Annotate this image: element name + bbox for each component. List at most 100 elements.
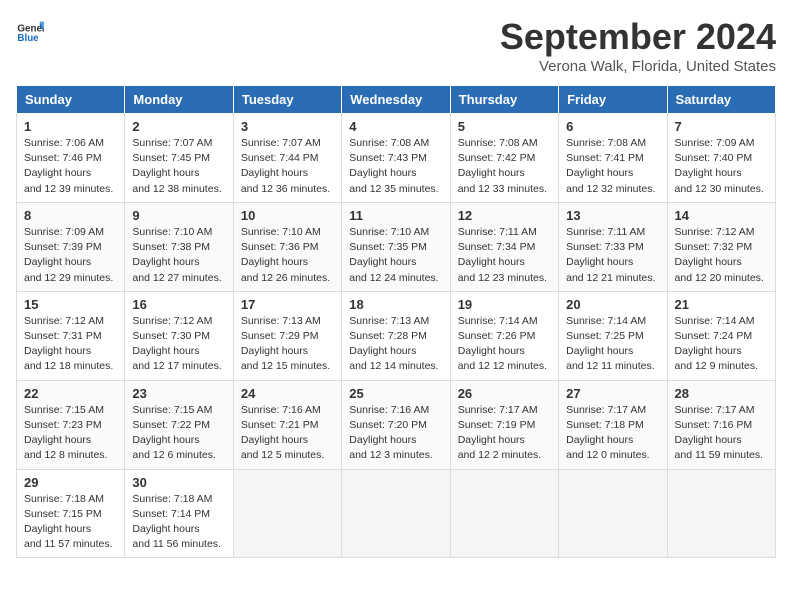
calendar-cell: 6 Sunrise: 7:08 AM Sunset: 7:41 PM Dayli… xyxy=(559,114,667,203)
calendar-cell xyxy=(559,469,667,558)
day-info: Sunrise: 7:08 AM Sunset: 7:41 PM Dayligh… xyxy=(566,136,659,197)
calendar-cell: 4 Sunrise: 7:08 AM Sunset: 7:43 PM Dayli… xyxy=(342,114,450,203)
day-number: 12 xyxy=(458,208,551,223)
weekday-header: Friday xyxy=(559,86,667,114)
day-number: 8 xyxy=(24,208,117,223)
calendar-cell: 8 Sunrise: 7:09 AM Sunset: 7:39 PM Dayli… xyxy=(17,202,125,291)
calendar-cell: 20 Sunrise: 7:14 AM Sunset: 7:25 PM Dayl… xyxy=(559,291,667,380)
weekday-header: Saturday xyxy=(667,86,775,114)
day-number: 11 xyxy=(349,208,442,223)
day-info: Sunrise: 7:08 AM Sunset: 7:43 PM Dayligh… xyxy=(349,136,442,197)
calendar-cell: 17 Sunrise: 7:13 AM Sunset: 7:29 PM Dayl… xyxy=(233,291,341,380)
weekday-header-row: SundayMondayTuesdayWednesdayThursdayFrid… xyxy=(17,86,776,114)
month-title: September 2024 xyxy=(500,16,776,58)
calendar-cell: 27 Sunrise: 7:17 AM Sunset: 7:18 PM Dayl… xyxy=(559,380,667,469)
day-number: 18 xyxy=(349,297,442,312)
weekday-header: Wednesday xyxy=(342,86,450,114)
calendar-cell: 22 Sunrise: 7:15 AM Sunset: 7:23 PM Dayl… xyxy=(17,380,125,469)
weekday-header: Monday xyxy=(125,86,233,114)
day-number: 15 xyxy=(24,297,117,312)
day-info: Sunrise: 7:13 AM Sunset: 7:28 PM Dayligh… xyxy=(349,314,442,375)
day-number: 19 xyxy=(458,297,551,312)
day-info: Sunrise: 7:09 AM Sunset: 7:40 PM Dayligh… xyxy=(675,136,768,197)
day-number: 25 xyxy=(349,386,442,401)
day-number: 13 xyxy=(566,208,659,223)
day-number: 16 xyxy=(132,297,225,312)
calendar-cell: 7 Sunrise: 7:09 AM Sunset: 7:40 PM Dayli… xyxy=(667,114,775,203)
day-number: 6 xyxy=(566,119,659,134)
day-number: 27 xyxy=(566,386,659,401)
calendar-cell xyxy=(450,469,558,558)
day-number: 3 xyxy=(241,119,334,134)
calendar-cell: 16 Sunrise: 7:12 AM Sunset: 7:30 PM Dayl… xyxy=(125,291,233,380)
calendar-cell: 12 Sunrise: 7:11 AM Sunset: 7:34 PM Dayl… xyxy=(450,202,558,291)
day-info: Sunrise: 7:14 AM Sunset: 7:25 PM Dayligh… xyxy=(566,314,659,375)
day-info: Sunrise: 7:15 AM Sunset: 7:23 PM Dayligh… xyxy=(24,403,117,464)
day-info: Sunrise: 7:17 AM Sunset: 7:16 PM Dayligh… xyxy=(675,403,768,464)
day-info: Sunrise: 7:16 AM Sunset: 7:21 PM Dayligh… xyxy=(241,403,334,464)
day-info: Sunrise: 7:15 AM Sunset: 7:22 PM Dayligh… xyxy=(132,403,225,464)
calendar-cell: 11 Sunrise: 7:10 AM Sunset: 7:35 PM Dayl… xyxy=(342,202,450,291)
weekday-header: Thursday xyxy=(450,86,558,114)
day-info: Sunrise: 7:10 AM Sunset: 7:38 PM Dayligh… xyxy=(132,225,225,286)
calendar-cell: 25 Sunrise: 7:16 AM Sunset: 7:20 PM Dayl… xyxy=(342,380,450,469)
day-info: Sunrise: 7:17 AM Sunset: 7:19 PM Dayligh… xyxy=(458,403,551,464)
day-number: 4 xyxy=(349,119,442,134)
day-number: 2 xyxy=(132,119,225,134)
day-info: Sunrise: 7:12 AM Sunset: 7:32 PM Dayligh… xyxy=(675,225,768,286)
day-number: 20 xyxy=(566,297,659,312)
calendar-row: 15 Sunrise: 7:12 AM Sunset: 7:31 PM Dayl… xyxy=(17,291,776,380)
calendar-cell: 21 Sunrise: 7:14 AM Sunset: 7:24 PM Dayl… xyxy=(667,291,775,380)
day-info: Sunrise: 7:11 AM Sunset: 7:34 PM Dayligh… xyxy=(458,225,551,286)
svg-text:Blue: Blue xyxy=(17,33,39,44)
day-info: Sunrise: 7:12 AM Sunset: 7:30 PM Dayligh… xyxy=(132,314,225,375)
calendar-cell: 3 Sunrise: 7:07 AM Sunset: 7:44 PM Dayli… xyxy=(233,114,341,203)
day-info: Sunrise: 7:09 AM Sunset: 7:39 PM Dayligh… xyxy=(24,225,117,286)
day-info: Sunrise: 7:07 AM Sunset: 7:45 PM Dayligh… xyxy=(132,136,225,197)
day-info: Sunrise: 7:14 AM Sunset: 7:26 PM Dayligh… xyxy=(458,314,551,375)
day-info: Sunrise: 7:08 AM Sunset: 7:42 PM Dayligh… xyxy=(458,136,551,197)
day-info: Sunrise: 7:13 AM Sunset: 7:29 PM Dayligh… xyxy=(241,314,334,375)
calendar-cell: 1 Sunrise: 7:06 AM Sunset: 7:46 PM Dayli… xyxy=(17,114,125,203)
day-info: Sunrise: 7:11 AM Sunset: 7:33 PM Dayligh… xyxy=(566,225,659,286)
day-info: Sunrise: 7:18 AM Sunset: 7:14 PM Dayligh… xyxy=(132,492,225,553)
day-number: 29 xyxy=(24,475,117,490)
calendar-cell: 13 Sunrise: 7:11 AM Sunset: 7:33 PM Dayl… xyxy=(559,202,667,291)
day-info: Sunrise: 7:16 AM Sunset: 7:20 PM Dayligh… xyxy=(349,403,442,464)
logo: General Blue xyxy=(16,16,44,44)
day-number: 14 xyxy=(675,208,768,223)
calendar-row: 8 Sunrise: 7:09 AM Sunset: 7:39 PM Dayli… xyxy=(17,202,776,291)
day-info: Sunrise: 7:12 AM Sunset: 7:31 PM Dayligh… xyxy=(24,314,117,375)
calendar-cell: 24 Sunrise: 7:16 AM Sunset: 7:21 PM Dayl… xyxy=(233,380,341,469)
calendar-cell: 30 Sunrise: 7:18 AM Sunset: 7:14 PM Dayl… xyxy=(125,469,233,558)
day-number: 28 xyxy=(675,386,768,401)
day-number: 22 xyxy=(24,386,117,401)
calendar-table: SundayMondayTuesdayWednesdayThursdayFrid… xyxy=(16,85,776,558)
day-number: 23 xyxy=(132,386,225,401)
calendar-row: 1 Sunrise: 7:06 AM Sunset: 7:46 PM Dayli… xyxy=(17,114,776,203)
calendar-cell: 23 Sunrise: 7:15 AM Sunset: 7:22 PM Dayl… xyxy=(125,380,233,469)
day-info: Sunrise: 7:14 AM Sunset: 7:24 PM Dayligh… xyxy=(675,314,768,375)
calendar-cell: 9 Sunrise: 7:10 AM Sunset: 7:38 PM Dayli… xyxy=(125,202,233,291)
day-info: Sunrise: 7:18 AM Sunset: 7:15 PM Dayligh… xyxy=(24,492,117,553)
day-number: 10 xyxy=(241,208,334,223)
day-info: Sunrise: 7:06 AM Sunset: 7:46 PM Dayligh… xyxy=(24,136,117,197)
day-number: 30 xyxy=(132,475,225,490)
weekday-header: Sunday xyxy=(17,86,125,114)
calendar-cell: 28 Sunrise: 7:17 AM Sunset: 7:16 PM Dayl… xyxy=(667,380,775,469)
calendar-cell: 5 Sunrise: 7:08 AM Sunset: 7:42 PM Dayli… xyxy=(450,114,558,203)
calendar-cell: 2 Sunrise: 7:07 AM Sunset: 7:45 PM Dayli… xyxy=(125,114,233,203)
calendar-row: 22 Sunrise: 7:15 AM Sunset: 7:23 PM Dayl… xyxy=(17,380,776,469)
page-header: General Blue September 2024 Verona Walk,… xyxy=(16,16,776,75)
weekday-header: Tuesday xyxy=(233,86,341,114)
location-subtitle: Verona Walk, Florida, United States xyxy=(500,58,776,75)
calendar-cell: 29 Sunrise: 7:18 AM Sunset: 7:15 PM Dayl… xyxy=(17,469,125,558)
calendar-cell: 18 Sunrise: 7:13 AM Sunset: 7:28 PM Dayl… xyxy=(342,291,450,380)
logo-icon: General Blue xyxy=(16,16,44,44)
calendar-cell: 14 Sunrise: 7:12 AM Sunset: 7:32 PM Dayl… xyxy=(667,202,775,291)
day-number: 7 xyxy=(675,119,768,134)
day-number: 1 xyxy=(24,119,117,134)
calendar-cell: 10 Sunrise: 7:10 AM Sunset: 7:36 PM Dayl… xyxy=(233,202,341,291)
day-number: 24 xyxy=(241,386,334,401)
calendar-row: 29 Sunrise: 7:18 AM Sunset: 7:15 PM Dayl… xyxy=(17,469,776,558)
